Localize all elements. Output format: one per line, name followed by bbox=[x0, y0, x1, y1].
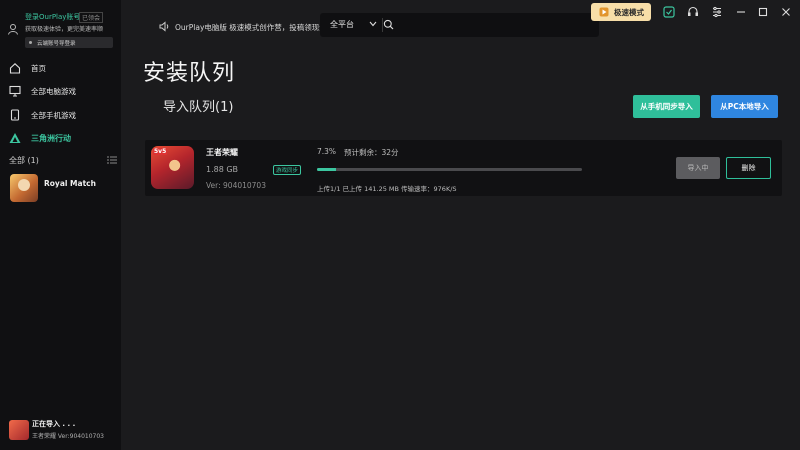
sidebar-item-label: 全部电脑游戏 bbox=[31, 87, 76, 96]
sync-from-phone-button[interactable]: 从手机同步导入 bbox=[633, 95, 700, 118]
importing-game-thumbnail bbox=[9, 420, 29, 440]
progress-percent: 7.3% bbox=[317, 147, 337, 156]
all-games-header: 全部 (1) bbox=[0, 155, 121, 167]
account-panel[interactable]: 登录OurPlay账号 已领会 获取极速体验，更完美速率顺 云端账号导登录 bbox=[5, 10, 119, 50]
page-title: 安装队列 bbox=[143, 61, 236, 86]
announcement-bar[interactable]: OurPlay电脑版 极速模式创作营，投稿领现金，着 bbox=[155, 16, 320, 38]
sidebar-item-label: 首页 bbox=[31, 64, 46, 73]
all-games-count: 全部 (1) bbox=[9, 156, 39, 165]
progress-bar bbox=[317, 168, 582, 171]
cloud-login-button[interactable]: 云端账号导登录 bbox=[25, 37, 113, 48]
sidebar-item-mobile-games[interactable]: 全部手机游戏 bbox=[0, 106, 121, 124]
home-icon bbox=[9, 63, 21, 74]
app-window: 登录OurPlay账号 已领会 获取极速体验，更完美速率顺 云端账号导登录 首页… bbox=[0, 0, 800, 450]
sidebar-item-home[interactable]: 首页 bbox=[0, 59, 121, 77]
game-name: 王者荣耀 bbox=[206, 148, 238, 157]
announcement-text: OurPlay电脑版 极速模式创作营，投稿领现金，着 bbox=[175, 23, 320, 32]
sidebar-item-label: 全部手机游戏 bbox=[31, 111, 76, 120]
search-bar[interactable]: 全平台 bbox=[320, 13, 599, 37]
headset-icon[interactable] bbox=[662, 5, 676, 19]
importing-title: 正在导入 . . . bbox=[32, 420, 76, 428]
minimize-icon[interactable] bbox=[734, 5, 748, 19]
importing-subtitle: 王者荣耀 Ver:904010703 bbox=[32, 433, 104, 440]
login-link[interactable]: 登录OurPlay账号 bbox=[25, 12, 80, 22]
maximize-icon[interactable] bbox=[756, 5, 770, 19]
upload-info: 上传1/1 已上传 141.25 MB 传输速率：976K/S bbox=[317, 185, 457, 193]
game-version: Ver: 904010703 bbox=[206, 181, 266, 190]
game-icon: 5v5 bbox=[151, 146, 194, 189]
close-icon[interactable] bbox=[779, 5, 793, 19]
user-icon bbox=[8, 24, 18, 35]
sidebar-game-name: Royal Match bbox=[44, 179, 96, 188]
account-status-badge: 已领会 bbox=[79, 12, 104, 23]
time-remaining: 预计剩余：32分 bbox=[344, 148, 399, 157]
monitor-icon bbox=[9, 85, 21, 97]
search-icon[interactable] bbox=[383, 19, 394, 30]
speed-mode-label: 极速模式 bbox=[614, 8, 644, 17]
import-from-pc-button[interactable]: 从PC本地导入 bbox=[711, 95, 778, 118]
sidebar: 登录OurPlay账号 已领会 获取极速体验，更完美速率顺 云端账号导登录 首页… bbox=[0, 0, 121, 450]
chevron-down-icon bbox=[369, 21, 377, 27]
queue-item: 5v5 王者荣耀 1.88 GB 游戏同步 Ver: 904010703 7.3… bbox=[145, 140, 782, 196]
sidebar-item-pc-games[interactable]: 全部电脑游戏 bbox=[0, 82, 121, 100]
delta-icon bbox=[9, 133, 21, 143]
progress-fill bbox=[317, 168, 337, 171]
support-icon[interactable] bbox=[686, 5, 700, 19]
sidebar-game-item[interactable]: Royal Match bbox=[10, 174, 118, 202]
royal-match-thumbnail bbox=[10, 174, 38, 202]
game-size: 1.88 GB bbox=[206, 165, 239, 174]
phone-icon bbox=[10, 109, 20, 121]
delete-button[interactable]: 删除 bbox=[726, 157, 771, 179]
importing-button[interactable]: 导入中 bbox=[676, 157, 720, 179]
speaker-icon bbox=[159, 21, 169, 32]
cloud-dot-icon bbox=[29, 41, 32, 44]
sync-tag: 游戏同步 bbox=[273, 165, 302, 175]
account-promo-text: 获取极速体验，更完美速率顺 bbox=[25, 26, 104, 33]
platform-select[interactable]: 全平台 bbox=[330, 19, 354, 30]
queue-title: 导入队列(1) bbox=[163, 100, 234, 115]
sidebar-item-delta-force[interactable]: 三角洲行动 bbox=[0, 129, 121, 147]
list-view-icon[interactable] bbox=[107, 156, 117, 164]
importing-status[interactable]: 正在导入 . . . 王者荣耀 Ver:904010703 bbox=[9, 418, 119, 442]
sidebar-item-label: 三角洲行动 bbox=[31, 134, 71, 143]
cloud-login-label: 云端账号导登录 bbox=[37, 41, 76, 47]
speed-mode-button[interactable]: 极速模式 bbox=[591, 3, 651, 21]
game-badge: 5v5 bbox=[153, 148, 168, 155]
settings-icon[interactable] bbox=[710, 5, 724, 19]
speed-mode-icon bbox=[599, 7, 609, 17]
